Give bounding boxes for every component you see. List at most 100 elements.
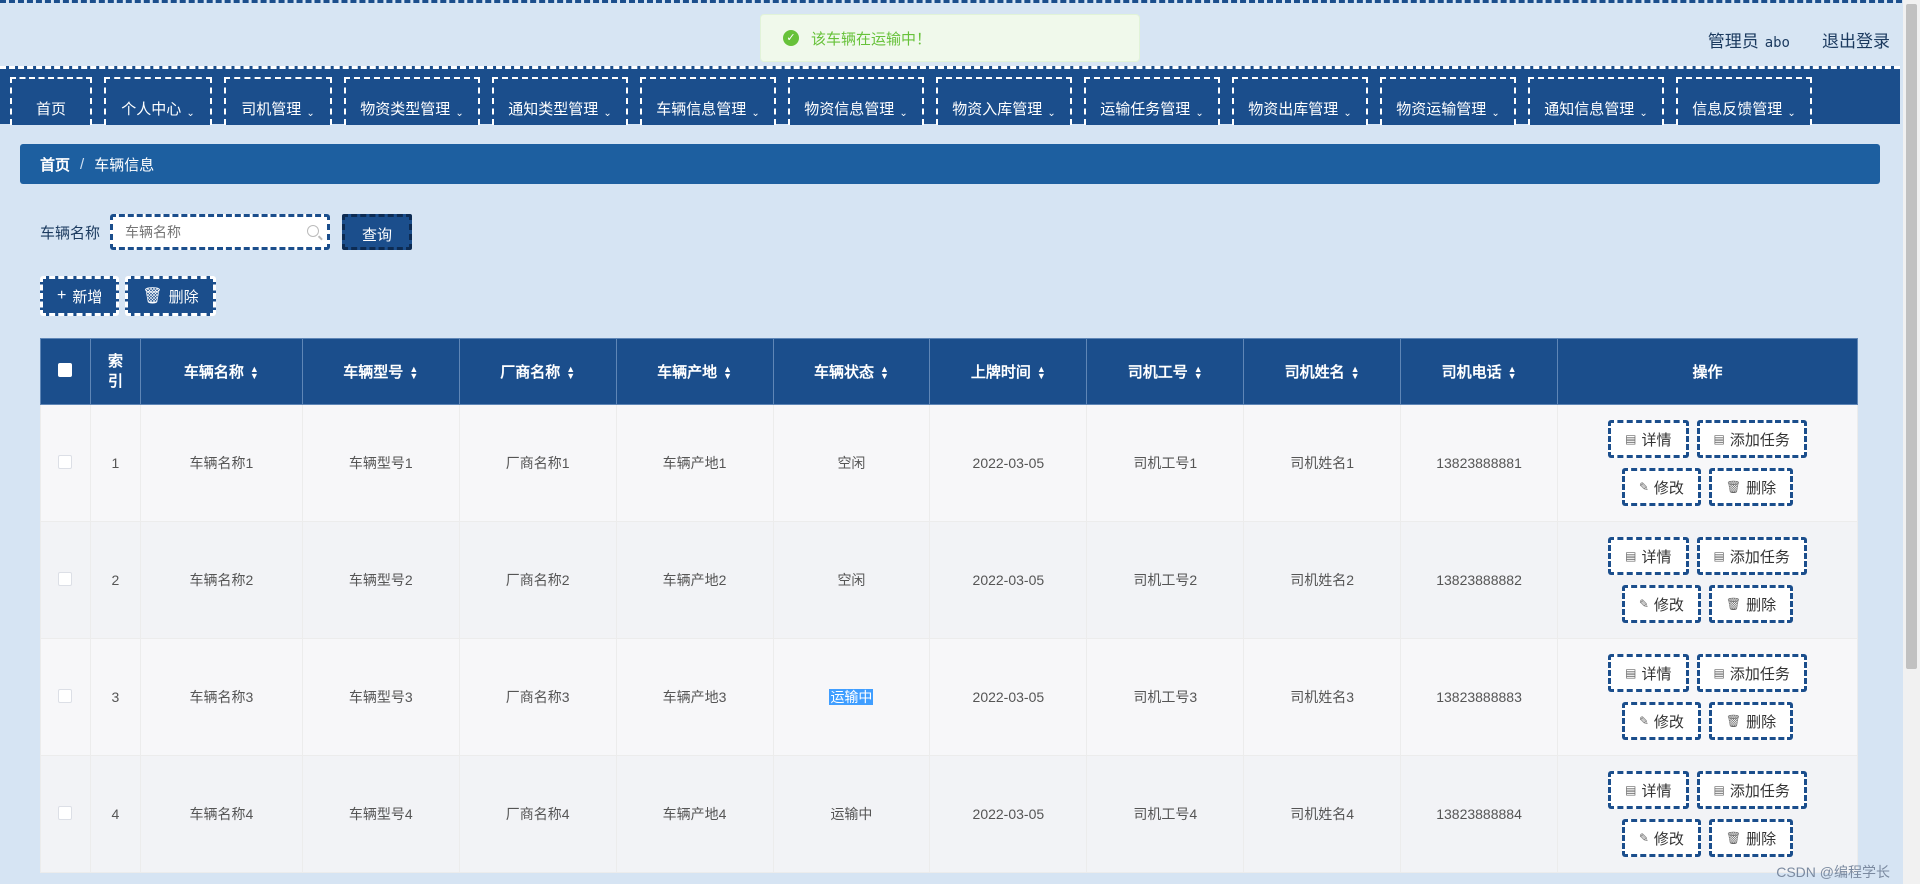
detail-button[interactable]: ▤ 详情: [1608, 537, 1689, 575]
detail-button[interactable]: ▤ 详情: [1608, 654, 1689, 692]
row-actions-line: ✎ 修改 🗑 删除: [1621, 468, 1794, 506]
cell-value: 厂商名称4: [505, 806, 570, 822]
nav-item-5[interactable]: 车辆信息管理 ⌄: [640, 77, 776, 125]
nav-item-12[interactable]: 信息反馈管理 ⌄: [1676, 77, 1812, 125]
column-header-4[interactable]: 车辆产地 ▲ ▼: [615, 338, 774, 405]
row-delete-button[interactable]: 🗑 删除: [1708, 819, 1794, 857]
column-header-7[interactable]: 司机工号 ▲ ▼: [1086, 338, 1245, 405]
column-header-1[interactable]: 车辆名称 ▲ ▼: [139, 338, 303, 405]
add-task-button[interactable]: ▤ 添加任务: [1696, 654, 1807, 692]
column-header-5[interactable]: 车辆状态 ▲ ▼: [772, 338, 931, 405]
nav-item-11[interactable]: 通知信息管理 ⌄: [1528, 77, 1664, 125]
cell-index: 1: [89, 404, 141, 522]
column-header-2[interactable]: 车辆型号 ▲ ▼: [301, 338, 460, 405]
sort-icon[interactable]: ▲ ▼: [1351, 365, 1360, 381]
page-scrollbar[interactable]: [1903, 0, 1920, 884]
row-actions-cell: ▤ 详情 ▤ 添加任务 ✎ 修改 🗑 删除: [1557, 755, 1858, 873]
breadcrumb-home[interactable]: 首页: [40, 154, 70, 175]
sort-icon[interactable]: ▲ ▼: [250, 365, 259, 381]
column-header-9[interactable]: 司机电话 ▲ ▼: [1400, 338, 1559, 405]
column-header-label: 司机电话: [1441, 364, 1502, 381]
detail-button[interactable]: ▤ 详情: [1608, 771, 1689, 809]
cell-value: 车辆名称3: [189, 689, 254, 705]
row-delete-button[interactable]: 🗑 删除: [1708, 585, 1794, 623]
chevron-down-icon: ⌄: [455, 108, 464, 119]
cell-phone: 13823888884: [1400, 755, 1559, 873]
row-checkbox[interactable]: [58, 454, 73, 469]
chevron-down-icon: ⌄: [899, 108, 908, 119]
cell-driver-id: 司机工号1: [1086, 404, 1245, 522]
edit-button[interactable]: ✎ 修改: [1621, 585, 1701, 623]
nav-item-label: 物资信息管理: [804, 101, 895, 118]
cell-value: 运输中: [829, 689, 874, 705]
add-task-button[interactable]: ▤ 添加任务: [1696, 420, 1807, 458]
row-checkbox[interactable]: [58, 571, 73, 586]
table-row: 1 车辆名称1 车辆型号1 厂商名称1 车辆产地1 空闲 2022-03-05 司机工号1 司机…: [40, 404, 1858, 522]
add-task-button[interactable]: ▤ 添加任务: [1696, 537, 1807, 575]
nav-item-4[interactable]: 通知类型管理 ⌄: [492, 77, 628, 125]
nav-item-label: 通知信息管理: [1544, 101, 1635, 118]
sort-icon[interactable]: ▲ ▼: [723, 365, 732, 381]
nav-item-8[interactable]: 运输任务管理 ⌄: [1084, 77, 1220, 125]
query-button[interactable]: 查询: [342, 214, 413, 250]
add-task-button[interactable]: ▤ 添加任务: [1696, 771, 1807, 809]
column-header-8[interactable]: 司机姓名 ▲ ▼: [1243, 338, 1402, 405]
row-select-cell: [40, 404, 91, 522]
chevron-down-icon: ⌄: [1343, 108, 1352, 119]
cell-date: 2022-03-05: [929, 638, 1088, 756]
nav-item-10[interactable]: 物资运输管理 ⌄: [1380, 77, 1516, 125]
row-actions-cell: ▤ 详情 ▤ 添加任务 ✎ 修改 🗑 删除: [1557, 638, 1858, 756]
cell-name: 车辆名称1: [139, 404, 303, 522]
edit-button[interactable]: ✎ 修改: [1621, 702, 1701, 740]
nav-item-1[interactable]: 个人中心 ⌄: [104, 77, 212, 125]
cell-origin: 车辆产地3: [615, 638, 774, 756]
edit-button[interactable]: ✎ 修改: [1621, 468, 1701, 506]
scrollbar-thumb[interactable]: [1906, 4, 1917, 669]
cell-model: 车辆型号4: [301, 755, 460, 873]
edit-button[interactable]: ✎ 修改: [1621, 819, 1701, 857]
nav-item-3[interactable]: 物资类型管理 ⌄: [344, 77, 480, 125]
document-icon: ▤: [1713, 666, 1725, 680]
sort-icon[interactable]: ▲ ▼: [1508, 365, 1517, 381]
main-nav: 首页 个人中心 ⌄ 司机管理 ⌄ 物资类型管理 ⌄ 通知类型管理 ⌄ 车辆信息管理 ⌄ 物资信息管理 ⌄…: [0, 66, 1900, 125]
search-input[interactable]: [113, 217, 328, 247]
nav-item-0[interactable]: 首页: [10, 77, 92, 125]
breadcrumb-current: 车辆信息: [94, 156, 155, 174]
cell-value: 车辆产地4: [662, 806, 727, 822]
cell-value: 1: [111, 455, 120, 471]
row-delete-button[interactable]: 🗑 删除: [1708, 702, 1794, 740]
nav-item-9[interactable]: 物资出库管理 ⌄: [1232, 77, 1368, 125]
cell-name: 车辆名称3: [139, 638, 303, 756]
cell-value: 车辆型号4: [348, 806, 413, 822]
nav-item-6[interactable]: 物资信息管理 ⌄: [788, 77, 924, 125]
batch-delete-button[interactable]: 🗑 删除: [125, 276, 216, 316]
nav-item-2[interactable]: 司机管理 ⌄: [224, 77, 332, 125]
sort-icon[interactable]: ▲ ▼: [409, 365, 418, 381]
cell-driver-id: 司机工号4: [1086, 755, 1245, 873]
cell-value: 车辆产地1: [662, 455, 727, 471]
add-button[interactable]: + 新增: [40, 276, 120, 316]
detail-button[interactable]: ▤ 详情: [1608, 420, 1689, 458]
sort-icon[interactable]: ▲ ▼: [880, 365, 889, 381]
cell-status: 运输中: [772, 755, 931, 873]
table-row: 4 车辆名称4 车辆型号4 厂商名称4 车辆产地4 运输中 2022-03-05 司机工号4 司…: [40, 755, 1858, 873]
logout-link[interactable]: 退出登录: [1822, 27, 1890, 52]
cell-value: 车辆型号3: [348, 689, 413, 705]
select-all-checkbox[interactable]: [58, 362, 73, 377]
cell-status: 运输中: [772, 638, 931, 756]
column-header-label: 索引: [107, 352, 123, 390]
sort-icon[interactable]: ▲ ▼: [566, 365, 575, 381]
cell-driver-name: 司机姓名4: [1243, 755, 1402, 873]
nav-item-7[interactable]: 物资入库管理 ⌄: [936, 77, 1072, 125]
sort-icon[interactable]: ▲ ▼: [1194, 365, 1203, 381]
row-delete-button-label: 删除: [1746, 596, 1777, 614]
row-checkbox[interactable]: [58, 805, 73, 820]
column-header-label: 厂商名称: [500, 364, 561, 381]
column-header-3[interactable]: 厂商名称 ▲ ▼: [458, 338, 617, 405]
row-delete-button[interactable]: 🗑 删除: [1708, 468, 1794, 506]
column-header-6[interactable]: 上牌时间 ▲ ▼: [929, 338, 1088, 405]
cell-value: 厂商名称1: [505, 455, 570, 471]
sort-icon[interactable]: ▲ ▼: [1037, 365, 1046, 381]
row-checkbox[interactable]: [58, 688, 73, 703]
detail-button-label: 详情: [1641, 782, 1672, 800]
